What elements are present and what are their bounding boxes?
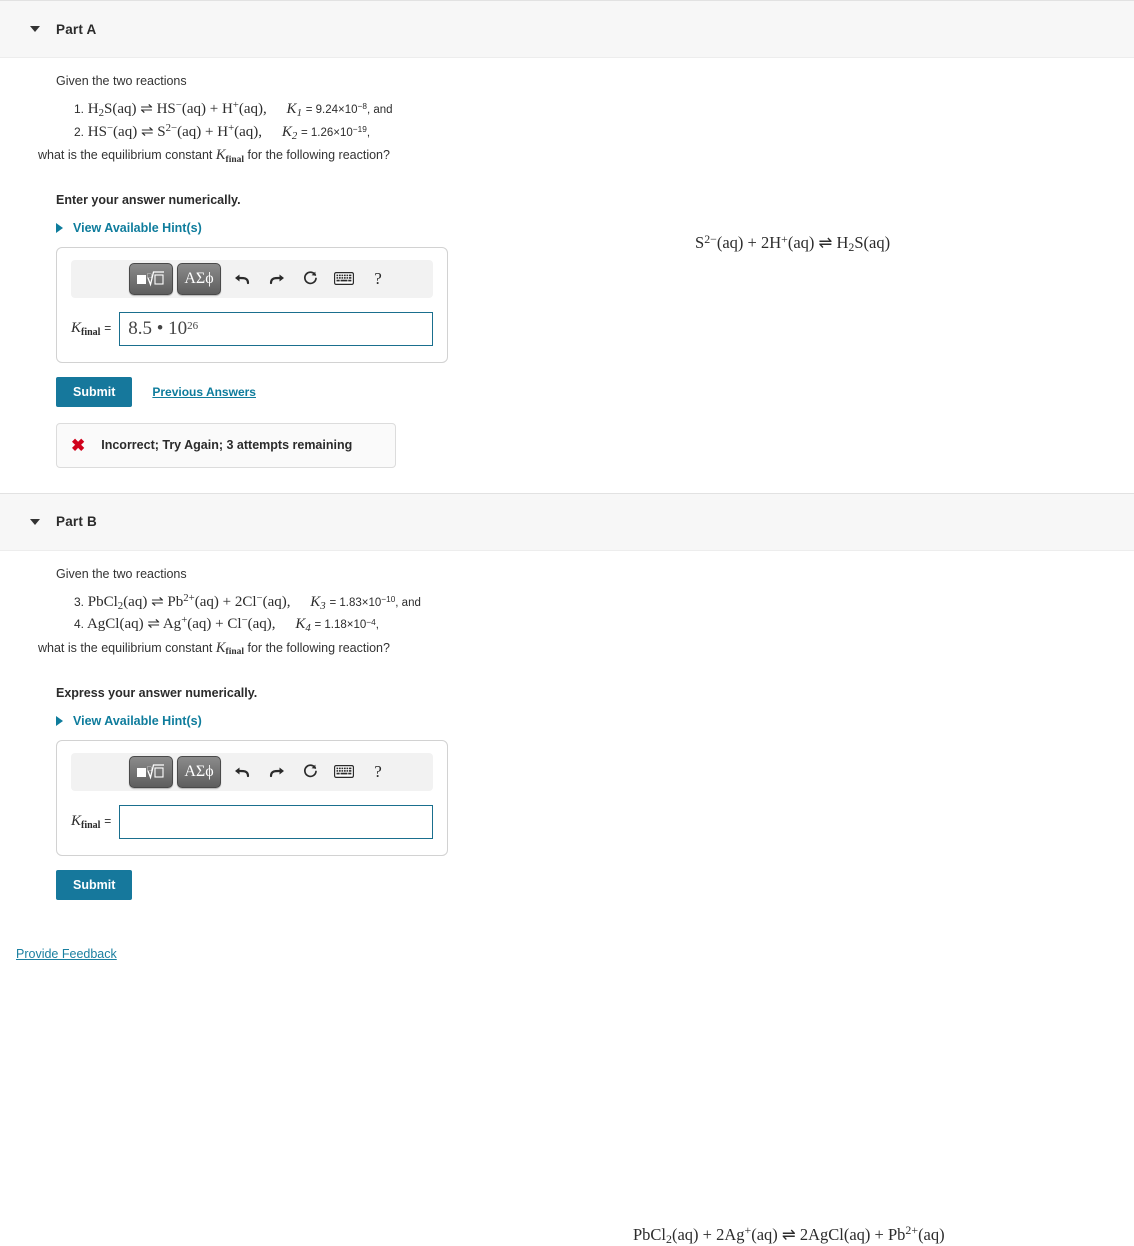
reaction-item: 4. AgCl(aq) ⇌ Ag+(aq) + Cl−(aq), K4 = 1.…: [56, 613, 1134, 636]
feedback-text-a: Incorrect; Try Again; 3 attempts remaini…: [101, 438, 353, 453]
reaction-number: 4.: [74, 617, 85, 632]
answer-input-a[interactable]: 8.5 • 1026: [119, 311, 433, 346]
previous-answers-link-a[interactable]: Previous Answers: [152, 385, 256, 399]
chevron-right-icon: [56, 222, 63, 233]
target-reaction-b: PbCl2(aq) + 2Ag+(aq) ⇌ 2AgCl(aq) + Pb2+(…: [633, 1223, 945, 1246]
footer: Provide Feedback: [0, 946, 1134, 961]
part-header-b[interactable]: Part B: [0, 492, 1134, 551]
help-icon[interactable]: ?: [361, 757, 395, 787]
answer-input-value-a: 8.5 • 1026: [128, 317, 199, 339]
part-header-a[interactable]: Part A: [0, 0, 1134, 58]
redo-icon[interactable]: [259, 264, 293, 294]
answer-widget-a: □ ΑΣϕ ? Kfinal = 8.5 • 1026: [56, 246, 448, 363]
math-toolbar-a: □ ΑΣϕ ?: [71, 259, 433, 298]
answer-input-label-a: Kfinal =: [71, 320, 112, 339]
reaction-k-symbol: K4: [295, 616, 311, 635]
part-title-b: Part B: [56, 514, 97, 530]
part-title-a: Part A: [56, 21, 97, 37]
reaction-tail: , and: [366, 104, 393, 116]
help-label: ?: [374, 761, 382, 781]
reaction-item: 1. H2S(aq) ⇌ HS−(aq) + H+(aq), K1 = 9.24…: [56, 98, 1134, 121]
answer-input-row-a: Kfinal = 8.5 • 1026: [71, 311, 433, 346]
math-toolbar-b: □ ΑΣϕ ?: [71, 752, 433, 791]
given-reactions-label-a: Given the two reactions: [56, 74, 187, 88]
greek-symbols-button[interactable]: ΑΣϕ: [177, 262, 221, 295]
reaction-number: 3.: [74, 594, 85, 609]
reaction-equation: PbCl2(aq) ⇌ Pb2+(aq) + 2Cl−(aq),: [87, 591, 291, 612]
submit-row-a: Submit Previous Answers: [56, 376, 1134, 407]
reaction-item: 3. PbCl2(aq) ⇌ Pb2+(aq) + 2Cl−(aq), K3 =…: [56, 591, 1134, 614]
answer-prompt-b: Express your answer numerically.: [56, 685, 258, 700]
reaction-item: 2. HS−(aq) ⇌ S2−(aq) + H+(aq), K2 = 1.26…: [56, 121, 1134, 144]
redo-icon[interactable]: [259, 757, 293, 787]
view-hints-label: View Available Hint(s): [73, 220, 202, 235]
reaction-k-symbol: K3: [310, 593, 326, 612]
view-hints-label: View Available Hint(s): [73, 713, 202, 728]
help-icon[interactable]: ?: [361, 264, 395, 294]
reaction-tail: , and: [395, 596, 421, 609]
view-hints-a[interactable]: View Available Hint(s): [56, 221, 1134, 235]
greek-symbols-label: ΑΣϕ: [184, 762, 214, 780]
reaction-equation: H2S(aq) ⇌ HS−(aq) + H+(aq),: [87, 99, 267, 120]
radical-template-icon: □: [137, 269, 165, 288]
disclosure-triangle-icon[interactable]: [28, 22, 42, 36]
template-tool-button[interactable]: □: [129, 262, 173, 295]
reaction-k-symbol: K1: [286, 101, 302, 120]
keyboard-icon[interactable]: [327, 757, 361, 787]
reaction-k-value: = 1.83×10−10: [329, 595, 396, 609]
reaction-k-value: = 9.24×10−8: [305, 102, 367, 116]
greek-symbols-button[interactable]: ΑΣϕ: [177, 755, 221, 788]
submit-button-a[interactable]: Submit: [56, 376, 133, 407]
reaction-list-a: 1. H2S(aq) ⇌ HS−(aq) + H+(aq), K1 = 9.24…: [38, 98, 1134, 167]
reaction-k-symbol: K2: [281, 123, 298, 142]
answer-prompt-a: Enter your answer numerically.: [56, 192, 241, 207]
reaction-tail: ,: [366, 126, 371, 139]
part-body-a: Given the two reactions 1. H2S(aq) ⇌ HS−…: [0, 58, 1134, 468]
disclosure-triangle-icon[interactable]: [28, 515, 42, 529]
reaction-equation: HS−(aq) ⇌ S2−(aq) + H+(aq),: [87, 121, 263, 140]
question-line-b: what is the equilibrium constant Kfinal …: [38, 639, 390, 658]
feedback-banner-a: ✖ Incorrect; Try Again; 3 attempts remai…: [56, 422, 396, 468]
undo-icon[interactable]: [225, 264, 259, 294]
error-x-icon: ✖: [71, 435, 86, 455]
answer-input-b[interactable]: [119, 804, 433, 839]
reset-icon[interactable]: [293, 757, 327, 787]
template-tool-button[interactable]: □: [129, 755, 173, 788]
radical-template-icon: □: [137, 762, 165, 781]
reaction-list-b: 3. PbCl2(aq) ⇌ Pb2+(aq) + 2Cl−(aq), K3 =…: [38, 591, 1134, 660]
reaction-equation: AgCl(aq) ⇌ Ag+(aq) + Cl−(aq),: [86, 614, 276, 633]
submit-button-b[interactable]: Submit: [56, 869, 133, 900]
reset-icon[interactable]: [293, 264, 327, 294]
given-reactions-label-b: Given the two reactions: [56, 566, 187, 581]
view-hints-b[interactable]: View Available Hint(s): [56, 714, 1134, 728]
reaction-k-value: = 1.26×10−19: [300, 124, 367, 139]
answer-widget-b: □ ΑΣϕ ? Kfinal =: [56, 739, 448, 856]
chevron-right-icon: [56, 715, 63, 726]
reaction-number: 2.: [74, 124, 85, 139]
help-label: ?: [374, 268, 382, 288]
provide-feedback-link[interactable]: Provide Feedback: [16, 947, 117, 961]
part-body-b: Given the two reactions 3. PbCl2(aq) ⇌ P…: [0, 551, 1134, 1246]
keyboard-icon[interactable]: [327, 264, 361, 294]
target-reaction-a: S2−(aq) + 2H+(aq) ⇌ H2S(aq): [695, 231, 891, 255]
reaction-number: 1.: [74, 102, 85, 116]
submit-row-b: Submit: [56, 869, 1134, 900]
undo-icon[interactable]: [225, 757, 259, 787]
reaction-k-value: = 1.18×10−4: [314, 617, 376, 632]
answer-input-row-b: Kfinal =: [71, 804, 433, 839]
question-line-a: what is the equilibrium constant Kfinal …: [38, 147, 390, 165]
answer-input-label-b: Kfinal =: [71, 813, 112, 831]
reaction-tail: ,: [375, 619, 379, 632]
greek-symbols-label: ΑΣϕ: [184, 269, 214, 287]
